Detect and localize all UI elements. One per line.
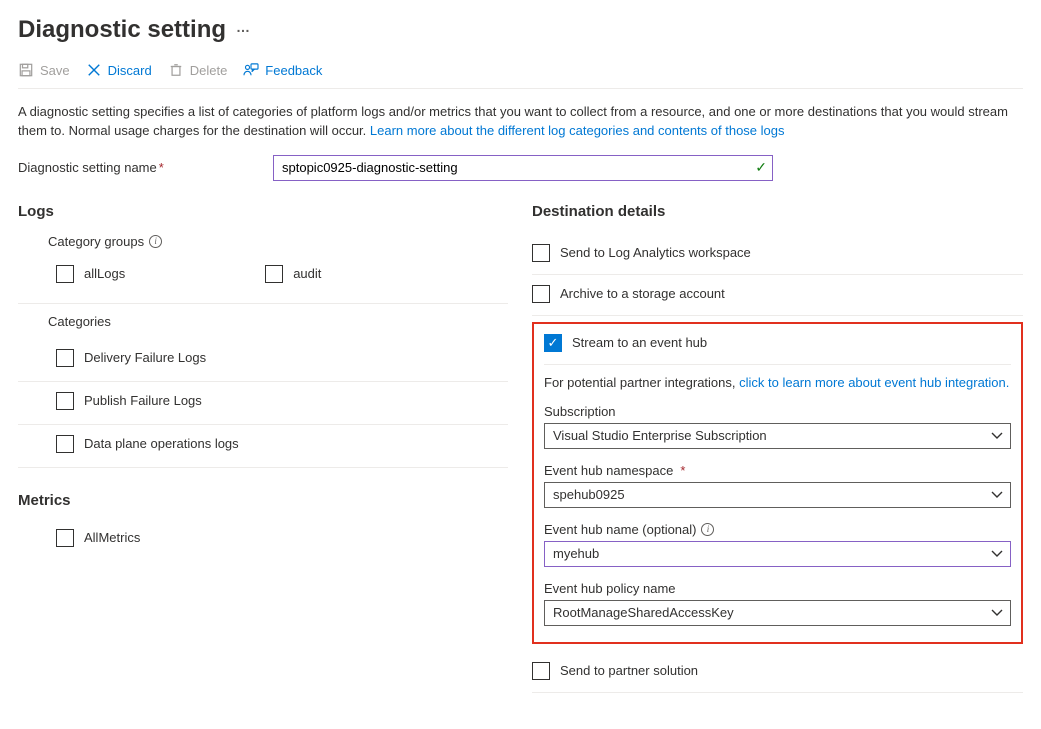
subscription-field: Subscription Visual Studio Enterprise Su… xyxy=(544,404,1011,449)
dest-eventhub-label: Stream to an event hub xyxy=(572,335,707,350)
category-label: Publish Failure Logs xyxy=(84,393,202,408)
hubname-label: Event hub name (optional) i xyxy=(544,522,1011,537)
allmetrics-checkbox[interactable] xyxy=(56,529,74,547)
namespace-select[interactable]: spehub0925 xyxy=(544,482,1011,508)
hubname-field: Event hub name (optional) i myehub xyxy=(544,522,1011,567)
dest-log-analytics-row: Send to Log Analytics workspace xyxy=(532,234,1023,275)
category-row: Delivery Failure Logs xyxy=(18,339,508,382)
required-star: * xyxy=(159,160,164,175)
category-row: Publish Failure Logs xyxy=(18,382,508,425)
dest-partner-row: Send to partner solution xyxy=(532,652,1023,693)
category-checkbox[interactable] xyxy=(56,349,74,367)
save-button[interactable]: Save xyxy=(18,62,70,78)
close-icon xyxy=(86,62,102,78)
policy-select[interactable]: RootManageSharedAccessKey xyxy=(544,600,1011,626)
dest-log-analytics-checkbox[interactable] xyxy=(532,244,550,262)
dest-partner-checkbox[interactable] xyxy=(532,662,550,680)
event-hub-learn-more-link[interactable]: click to learn more about event hub inte… xyxy=(739,375,1009,390)
allmetrics-row: AllMetrics xyxy=(18,523,508,553)
setting-name-input[interactable] xyxy=(273,155,773,181)
namespace-label: Event hub namespace* xyxy=(544,463,1011,478)
hubname-select[interactable]: myehub xyxy=(544,541,1011,567)
info-icon[interactable]: i xyxy=(149,235,162,248)
dest-storage-row: Archive to a storage account xyxy=(532,275,1023,316)
discard-label: Discard xyxy=(108,63,152,78)
save-icon xyxy=(18,62,34,78)
discard-button[interactable]: Discard xyxy=(86,62,152,78)
dest-partner-label: Send to partner solution xyxy=(560,663,698,678)
learn-more-link[interactable]: Learn more about the different log categ… xyxy=(370,123,785,138)
category-label: Delivery Failure Logs xyxy=(84,350,206,365)
trash-icon xyxy=(168,62,184,78)
policy-label: Event hub policy name xyxy=(544,581,1011,596)
categories-heading: Categories xyxy=(18,314,508,329)
category-row: Data plane operations logs xyxy=(18,425,508,468)
logs-heading: Logs xyxy=(18,203,508,220)
page-title: Diagnostic setting … xyxy=(18,16,1023,44)
category-checkbox[interactable] xyxy=(56,435,74,453)
delete-button[interactable]: Delete xyxy=(168,62,228,78)
setting-name-label: Diagnostic setting name* xyxy=(18,160,253,175)
destination-heading: Destination details xyxy=(532,203,1023,220)
audit-label: audit xyxy=(293,266,321,281)
audit-row: audit xyxy=(265,259,321,289)
feedback-label: Feedback xyxy=(265,63,322,78)
category-checkbox[interactable] xyxy=(56,392,74,410)
delete-label: Delete xyxy=(190,63,228,78)
save-label: Save xyxy=(40,63,70,78)
alllogs-checkbox[interactable] xyxy=(56,265,74,283)
alllogs-label: allLogs xyxy=(84,266,125,281)
audit-checkbox[interactable] xyxy=(265,265,283,283)
category-label: Data plane operations logs xyxy=(84,436,239,451)
toolbar: Save Discard Delete Feedback xyxy=(18,62,1023,89)
event-hub-note: For potential partner integrations, clic… xyxy=(544,375,1011,390)
more-icon[interactable]: … xyxy=(236,19,251,41)
subscription-label: Subscription xyxy=(544,404,1011,419)
metrics-heading: Metrics xyxy=(18,492,508,509)
alllogs-row: allLogs xyxy=(56,259,125,289)
person-feedback-icon xyxy=(243,62,259,78)
description: A diagnostic setting specifies a list of… xyxy=(18,103,1023,141)
setting-name-row: Diagnostic setting name* ✓ xyxy=(18,155,1023,181)
dest-log-analytics-label: Send to Log Analytics workspace xyxy=(560,245,751,260)
subscription-select[interactable]: Visual Studio Enterprise Subscription xyxy=(544,423,1011,449)
valid-check-icon: ✓ xyxy=(755,159,767,176)
event-hub-highlight: ✓ Stream to an event hub For potential p… xyxy=(532,322,1023,644)
dest-eventhub-row: ✓ Stream to an event hub xyxy=(544,332,1011,365)
required-star: * xyxy=(680,463,685,478)
namespace-field: Event hub namespace* spehub0925 xyxy=(544,463,1011,508)
dest-storage-checkbox[interactable] xyxy=(532,285,550,303)
policy-field: Event hub policy name RootManageSharedAc… xyxy=(544,581,1011,626)
dest-storage-label: Archive to a storage account xyxy=(560,286,725,301)
page-title-text: Diagnostic setting xyxy=(18,16,226,44)
feedback-button[interactable]: Feedback xyxy=(243,62,322,78)
allmetrics-label: AllMetrics xyxy=(84,530,140,545)
info-icon[interactable]: i xyxy=(701,523,714,536)
dest-eventhub-checkbox[interactable]: ✓ xyxy=(544,334,562,352)
category-groups-heading: Category groups i xyxy=(18,234,508,249)
